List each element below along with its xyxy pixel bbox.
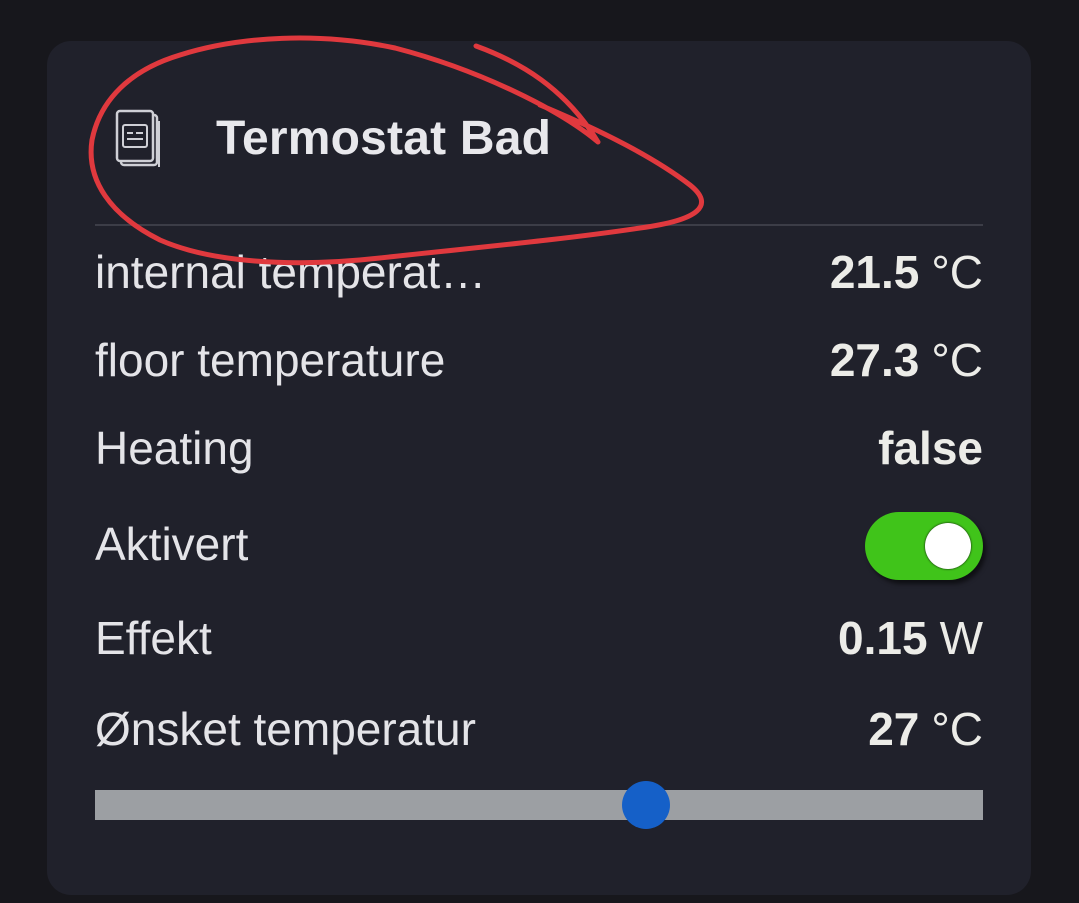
row-aktivert: Aktivert xyxy=(95,509,983,580)
internal-temperature-value: 21.5 °C xyxy=(829,246,983,298)
row-heating[interactable]: Heating false xyxy=(95,413,983,483)
slider-thumb[interactable] xyxy=(621,781,670,829)
heating-value: false xyxy=(878,422,983,474)
floor-temperature-label: floor temperature xyxy=(95,334,446,386)
effekt-label: Effekt xyxy=(95,612,212,664)
target-temperature-label: Ønsket temperatur xyxy=(95,703,476,755)
floor-temperature-value: 27.3 °C xyxy=(829,334,983,386)
target-temperature-value: 27 °C xyxy=(868,703,983,755)
heating-label: Heating xyxy=(95,422,254,474)
row-effekt[interactable]: Effekt 0.15 W xyxy=(95,603,983,673)
card-header[interactable]: Termostat Bad xyxy=(47,41,1031,225)
slider-track[interactable] xyxy=(95,790,983,820)
internal-temperature-label: internal temperat… xyxy=(95,246,487,298)
toggle-knob xyxy=(925,523,971,569)
card-title: Termostat Bad xyxy=(216,112,552,165)
effekt-value: 0.15 W xyxy=(838,612,983,664)
thermostat-card: Termostat Bad internal temperat… 21.5 °C … xyxy=(47,41,1031,895)
row-floor-temperature[interactable]: floor temperature 27.3 °C xyxy=(95,325,983,395)
header-divider xyxy=(95,224,983,226)
aktivert-label: Aktivert xyxy=(95,518,249,570)
aktivert-toggle[interactable] xyxy=(865,512,983,580)
row-target-temperature[interactable]: Ønsket temperatur 27 °C xyxy=(95,694,983,764)
target-temperature-slider[interactable] xyxy=(95,781,983,829)
row-internal-temperature[interactable]: internal temperat… 21.5 °C xyxy=(95,237,983,307)
thermostat-device-icon xyxy=(115,109,160,167)
